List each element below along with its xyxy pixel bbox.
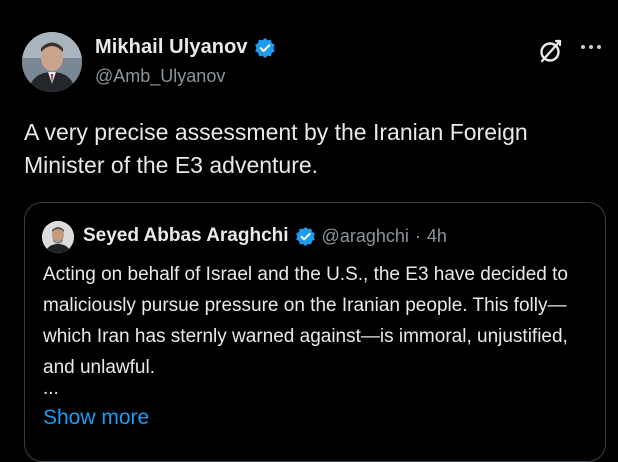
quoted-author-avatar[interactable]: [42, 221, 74, 253]
author-avatar[interactable]: [22, 32, 82, 92]
quoted-tweet[interactable]: Seyed Abbas Araghchi @araghchi · 4h Acti…: [24, 202, 606, 462]
author-name[interactable]: Mikhail Ulyanov: [95, 36, 248, 59]
tweet: Mikhail Ulyanov @Amb_Ulyanov A very prec…: [0, 0, 618, 462]
quoted-text: Acting on behalf of Israel and the U.S.,…: [43, 264, 568, 378]
separator-dot: ·: [414, 225, 421, 246]
verified-badge-icon: [254, 37, 276, 59]
author-handle[interactable]: @Amb_Ulyanov: [95, 66, 225, 87]
verified-badge-icon: [295, 226, 316, 247]
quoted-author-handle[interactable]: @araghchi: [322, 226, 409, 247]
grok-icon[interactable]: [536, 36, 566, 66]
more-options-icon[interactable]: [580, 35, 602, 55]
show-more-link[interactable]: Show more: [43, 406, 149, 430]
quoted-timestamp[interactable]: 4h: [427, 226, 447, 247]
tweet-text: A very precise assessment by the Iranian…: [24, 119, 528, 178]
quoted-author-name[interactable]: Seyed Abbas Araghchi: [83, 225, 289, 247]
author-name-row: Mikhail Ulyanov: [95, 36, 276, 59]
quoted-header: Seyed Abbas Araghchi @araghchi · 4h: [83, 225, 447, 247]
quoted-ellipsis: ...: [43, 378, 59, 399]
